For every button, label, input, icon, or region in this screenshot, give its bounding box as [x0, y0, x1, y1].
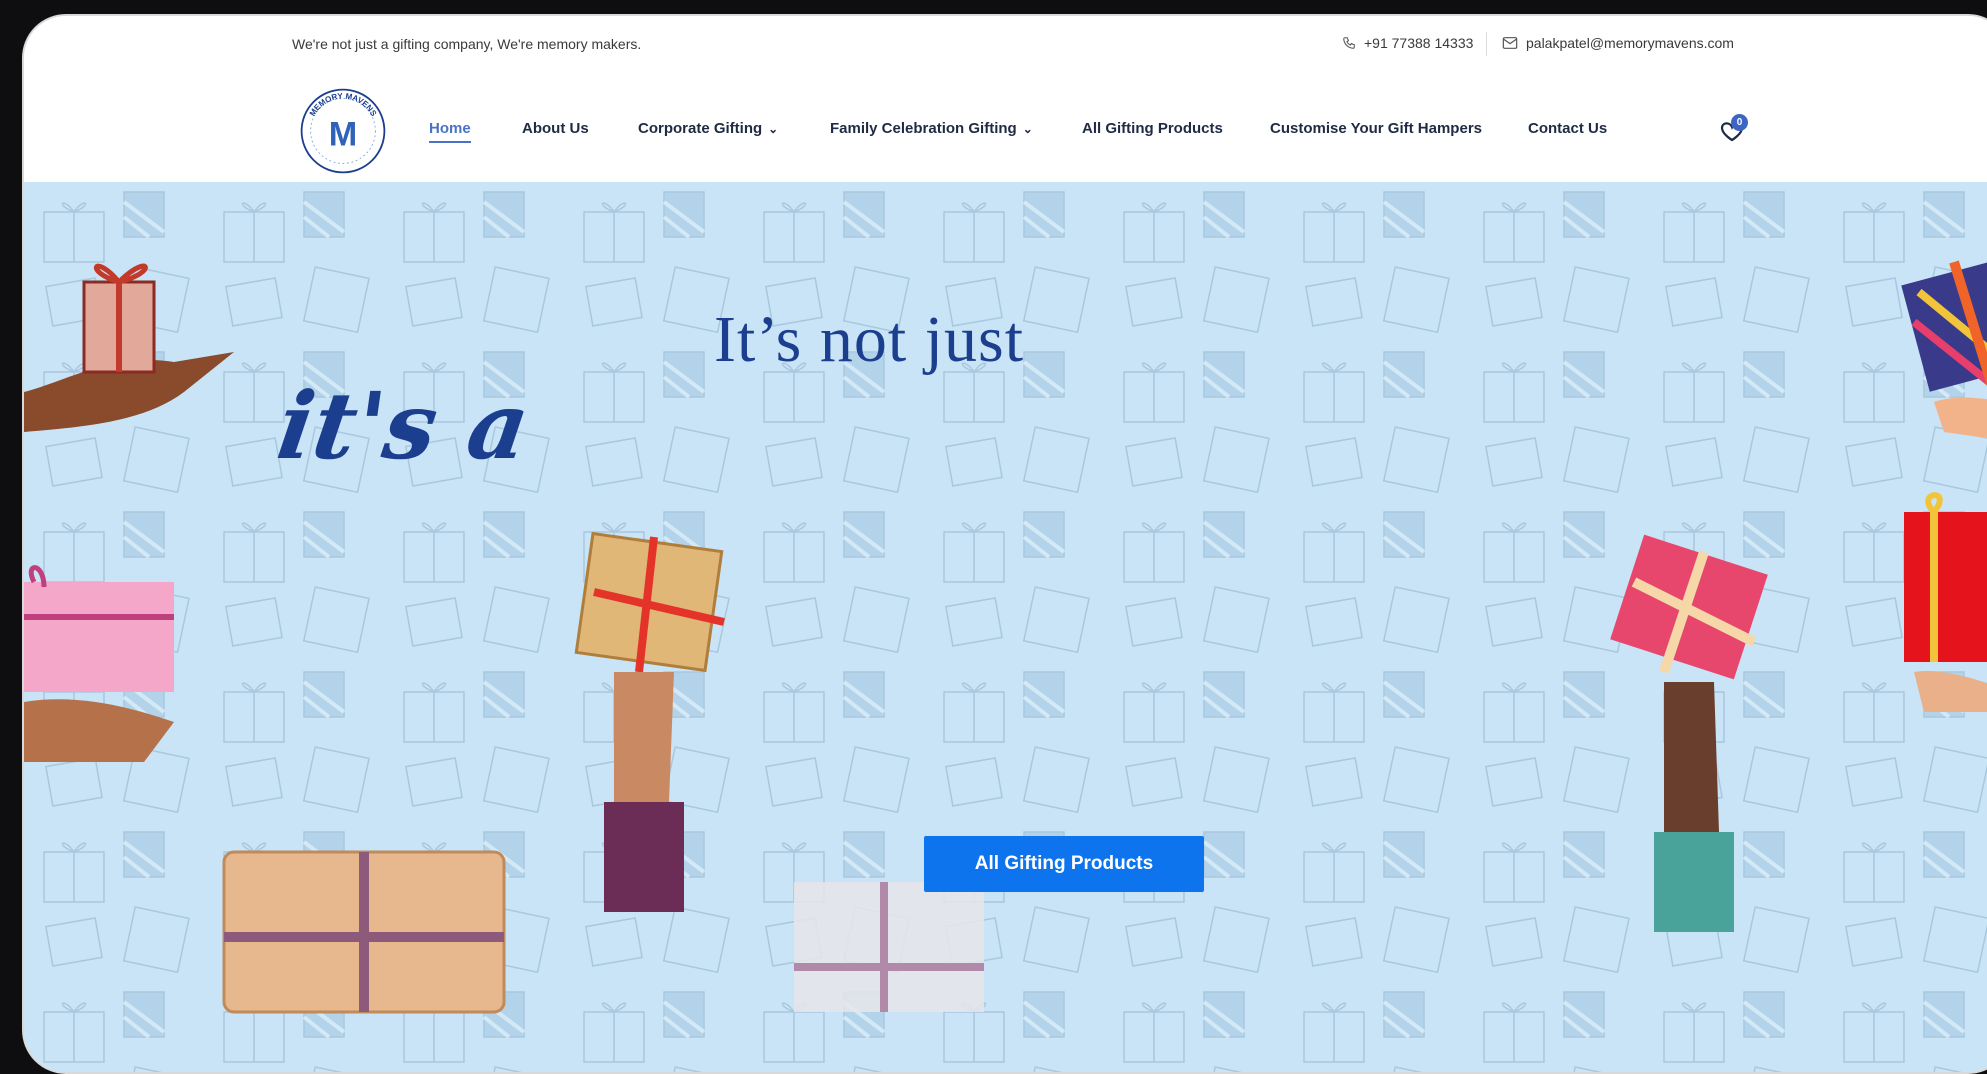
gift-raised-hand-right — [1610, 534, 1768, 932]
nav-home[interactable]: Home — [429, 120, 471, 143]
nav-about-us[interactable]: About Us — [522, 120, 589, 137]
hero-headline: It’s not just — [714, 303, 1025, 376]
hero-script-text: it's a — [271, 372, 536, 480]
gift-raised-hand-center — [574, 532, 725, 912]
contact-divider — [1486, 32, 1487, 56]
hero-banner: It’s not just it's a All Gifting Product… — [24, 182, 1987, 1072]
top-bar: We're not just a gifting company, We're … — [24, 16, 1987, 77]
nav-customise-gift-hampers[interactable]: Customise Your Gift Hampers — [1270, 120, 1482, 137]
phone-contact[interactable]: +91 77388 14333 — [1342, 35, 1473, 51]
mail-icon — [1502, 37, 1518, 49]
chevron-down-icon: ⌄ — [1022, 121, 1033, 136]
logo-monogram: M — [329, 115, 357, 153]
email-contact[interactable]: palakpatel@memorymavens.com — [1502, 35, 1734, 51]
gift-hand-left — [24, 565, 174, 762]
email-address: palakpatel@memorymavens.com — [1526, 35, 1734, 51]
nav-all-gifting-products[interactable]: All Gifting Products — [1082, 120, 1223, 137]
gift-box-bottom-center — [794, 882, 984, 1012]
gift-box-bottom-left — [222, 850, 506, 1014]
chevron-down-icon: ⌄ — [768, 121, 779, 136]
gift-hand-top-left — [24, 263, 234, 432]
nav-corporate-gifting[interactable]: Corporate Gifting ⌄ — [638, 120, 778, 137]
browser-frame: We're not just a gifting company, We're … — [22, 14, 1987, 1074]
main-navbar: MEMORY MAVENS M Home About Us Corporate … — [24, 76, 1987, 182]
nav-family-celebration-gifting[interactable]: Family Celebration Gifting ⌄ — [830, 120, 1033, 137]
tagline: We're not just a gifting company, We're … — [292, 36, 642, 52]
phone-number: +91 77388 14333 — [1364, 35, 1474, 51]
nav-contact-us[interactable]: Contact Us — [1528, 120, 1607, 137]
brand-logo[interactable]: MEMORY MAVENS M — [298, 86, 388, 176]
gift-hand-top-right — [1901, 260, 1987, 439]
cart-count-badge: 0 — [1731, 114, 1748, 131]
phone-icon — [1343, 37, 1355, 49]
gift-hand-right — [1904, 492, 1987, 712]
all-gifting-products-button[interactable]: All Gifting Products — [924, 836, 1204, 892]
